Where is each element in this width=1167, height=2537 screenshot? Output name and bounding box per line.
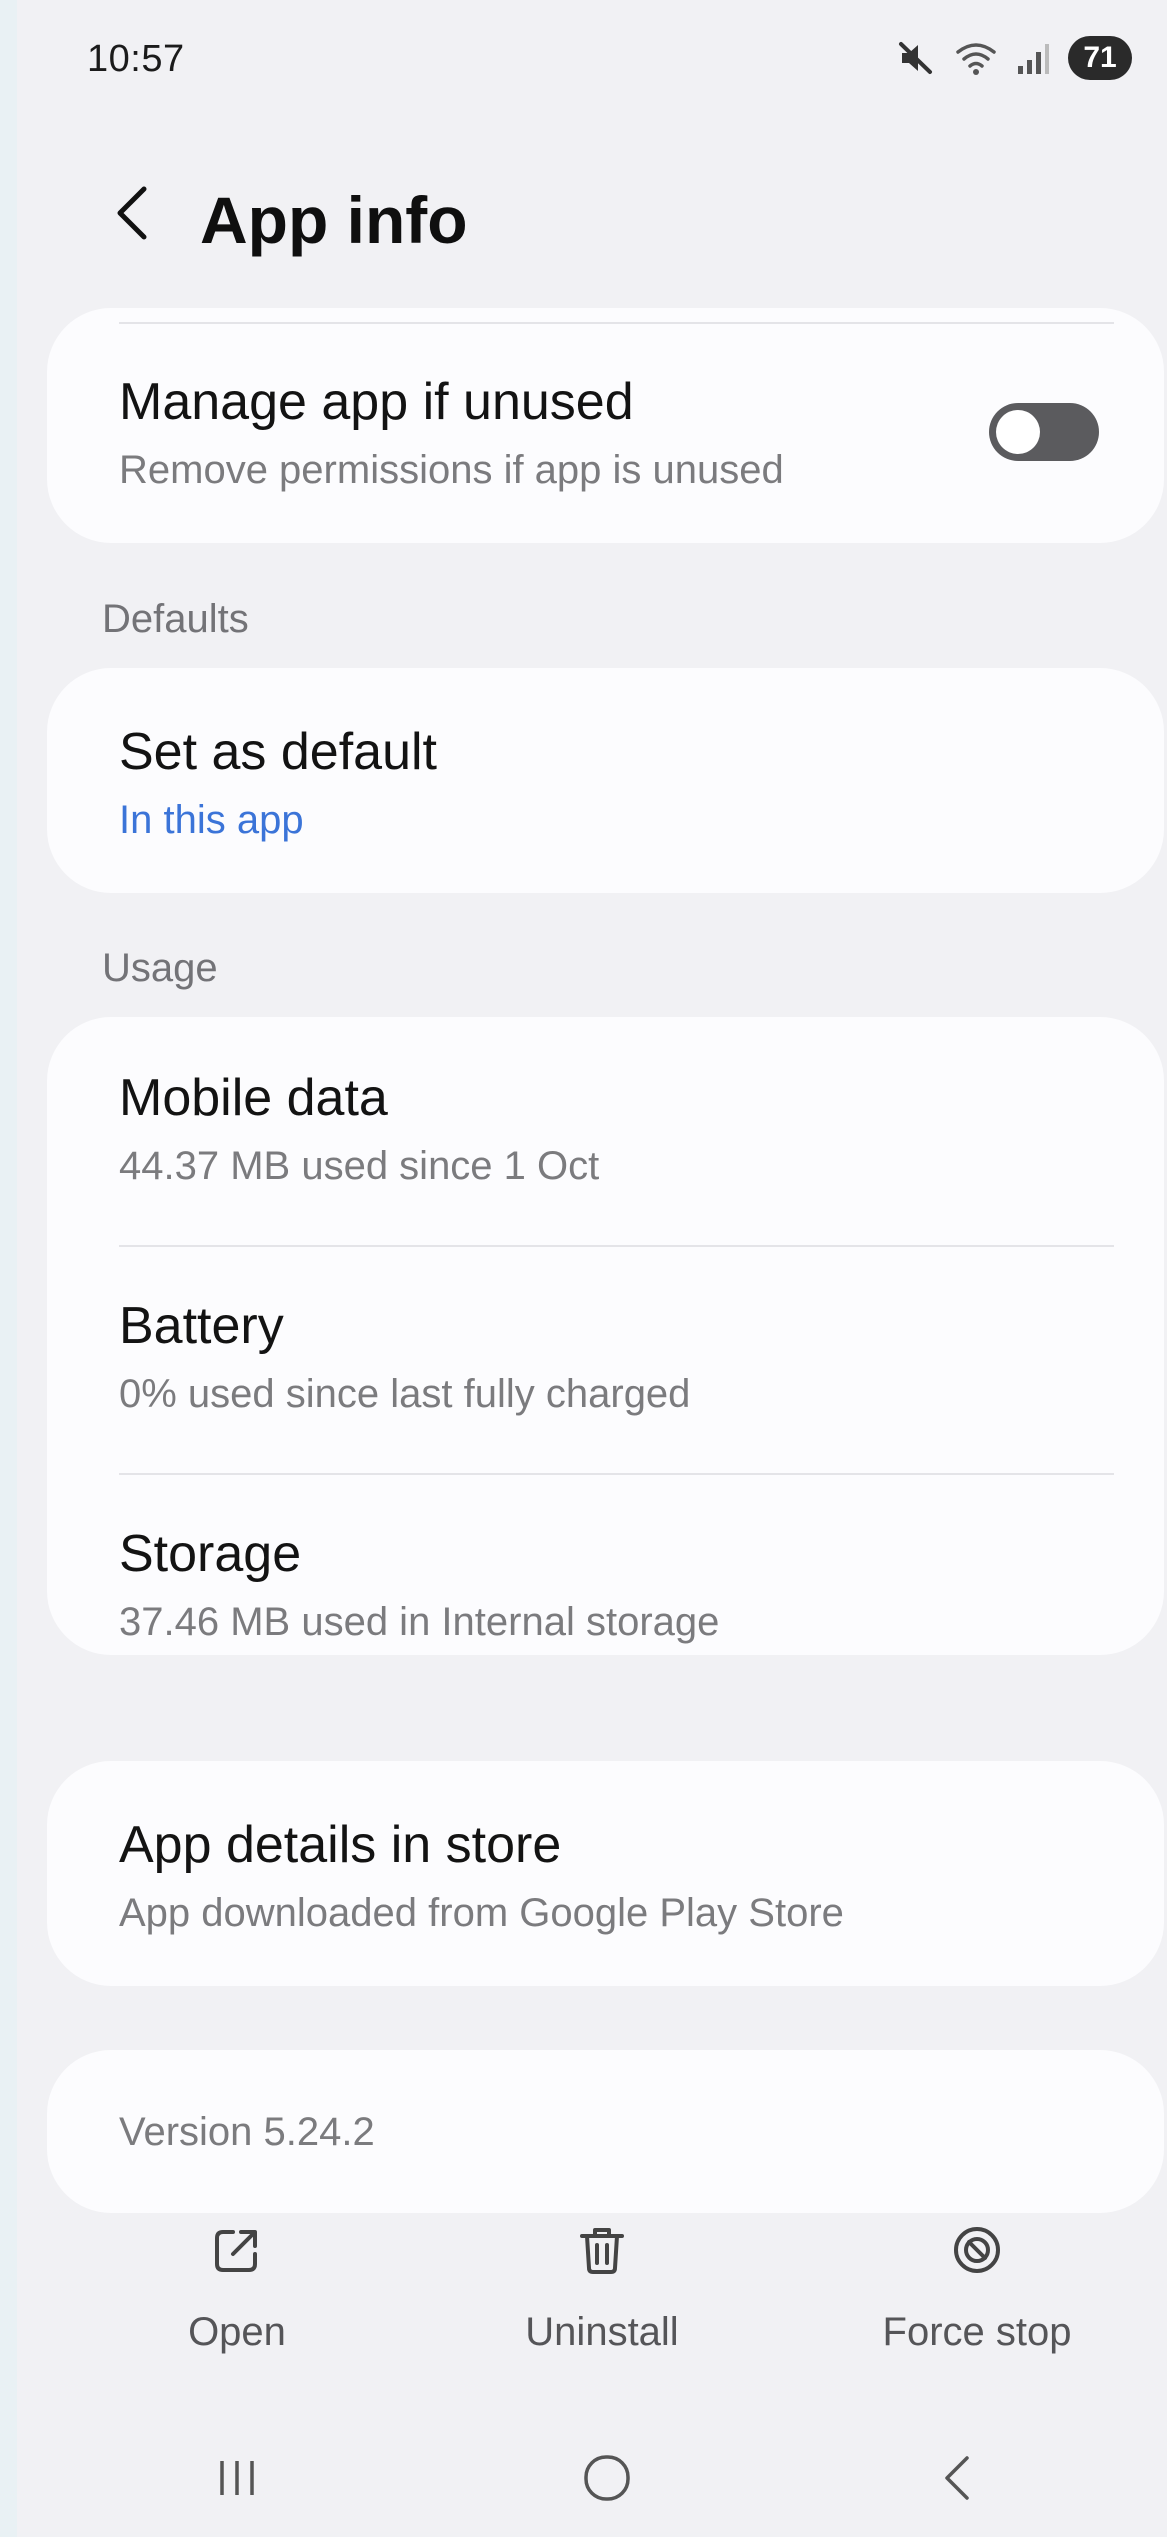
home-icon bbox=[579, 2450, 635, 2511]
action-bar: Open Uninstall Force stop bbox=[17, 2220, 1167, 2380]
app-info-screen: 10:57 71 App info Manage app if unused R… bbox=[17, 0, 1167, 2537]
battery-row[interactable]: Battery 0% used since last fully charged bbox=[47, 1300, 1164, 1414]
battery-title: Battery bbox=[119, 1297, 284, 1355]
battery-icon: 71 bbox=[1068, 36, 1132, 80]
storage-row[interactable]: Storage 37.46 MB used in Internal storag… bbox=[47, 1528, 1164, 1642]
back-button[interactable] bbox=[102, 180, 162, 250]
open-label: Open bbox=[188, 2310, 286, 2354]
navigation-bar bbox=[17, 2440, 1167, 2520]
status-bar: 10:57 71 bbox=[17, 0, 1167, 120]
force-stop-icon bbox=[947, 2220, 1007, 2280]
chevron-left-icon bbox=[112, 183, 152, 248]
signal-icon bbox=[1016, 38, 1050, 78]
trash-icon bbox=[572, 2220, 632, 2280]
set-as-default-title: Set as default bbox=[119, 723, 437, 781]
divider bbox=[119, 1245, 1114, 1247]
section-label-usage: Usage bbox=[102, 946, 218, 990]
back-icon bbox=[937, 2450, 977, 2511]
set-as-default-row[interactable]: Set as default In this app bbox=[47, 668, 1164, 840]
app-details-store-row[interactable]: App details in store App downloaded from… bbox=[47, 1761, 1164, 1933]
version-text: Version 5.24.2 bbox=[119, 2110, 375, 2154]
uninstall-label: Uninstall bbox=[525, 2310, 679, 2354]
storage-subtitle: 37.46 MB used in Internal storage bbox=[119, 1600, 720, 1644]
toggle-knob bbox=[996, 410, 1040, 454]
manage-unused-row[interactable]: Manage app if unused Remove permissions … bbox=[47, 308, 1164, 490]
manage-unused-card[interactable]: Manage app if unused Remove permissions … bbox=[47, 308, 1164, 543]
defaults-card: Set as default In this app bbox=[47, 668, 1164, 893]
status-icons: 71 bbox=[896, 36, 1132, 80]
status-time: 10:57 bbox=[87, 38, 185, 80]
open-external-icon bbox=[207, 2220, 267, 2280]
open-button[interactable]: Open bbox=[107, 2220, 367, 2355]
app-bar: App info bbox=[17, 160, 1167, 270]
section-label-defaults: Defaults bbox=[102, 597, 249, 641]
mute-icon bbox=[896, 38, 936, 78]
home-button[interactable] bbox=[547, 2440, 667, 2520]
mobile-data-subtitle: 44.37 MB used since 1 Oct bbox=[119, 1144, 600, 1188]
set-as-default-subtitle: In this app bbox=[119, 798, 304, 842]
app-details-store-title: App details in store bbox=[119, 1816, 562, 1874]
storage-title: Storage bbox=[119, 1525, 302, 1583]
page-title: App info bbox=[200, 183, 468, 257]
force-stop-label: Force stop bbox=[882, 2310, 1072, 2354]
manage-unused-toggle[interactable] bbox=[989, 403, 1099, 461]
app-details-store-subtitle: App downloaded from Google Play Store bbox=[119, 1891, 844, 1935]
version-card: Version 5.24.2 bbox=[47, 2050, 1164, 2213]
nav-back-button[interactable] bbox=[897, 2440, 1017, 2520]
uninstall-button[interactable]: Uninstall bbox=[472, 2220, 732, 2355]
usage-card: Mobile data 44.37 MB used since 1 Oct Ba… bbox=[47, 1017, 1164, 1655]
force-stop-button[interactable]: Force stop bbox=[847, 2220, 1107, 2355]
recent-apps-button[interactable] bbox=[177, 2440, 297, 2520]
battery-subtitle: 0% used since last fully charged bbox=[119, 1372, 691, 1416]
version-row: Version 5.24.2 bbox=[47, 2050, 1164, 2152]
recent-apps-icon bbox=[212, 2453, 262, 2508]
app-store-card: App details in store App downloaded from… bbox=[47, 1761, 1164, 1986]
wifi-icon bbox=[954, 38, 998, 78]
mobile-data-title: Mobile data bbox=[119, 1069, 388, 1127]
mobile-data-row[interactable]: Mobile data 44.37 MB used since 1 Oct bbox=[47, 1072, 1164, 1186]
divider bbox=[119, 1473, 1114, 1475]
